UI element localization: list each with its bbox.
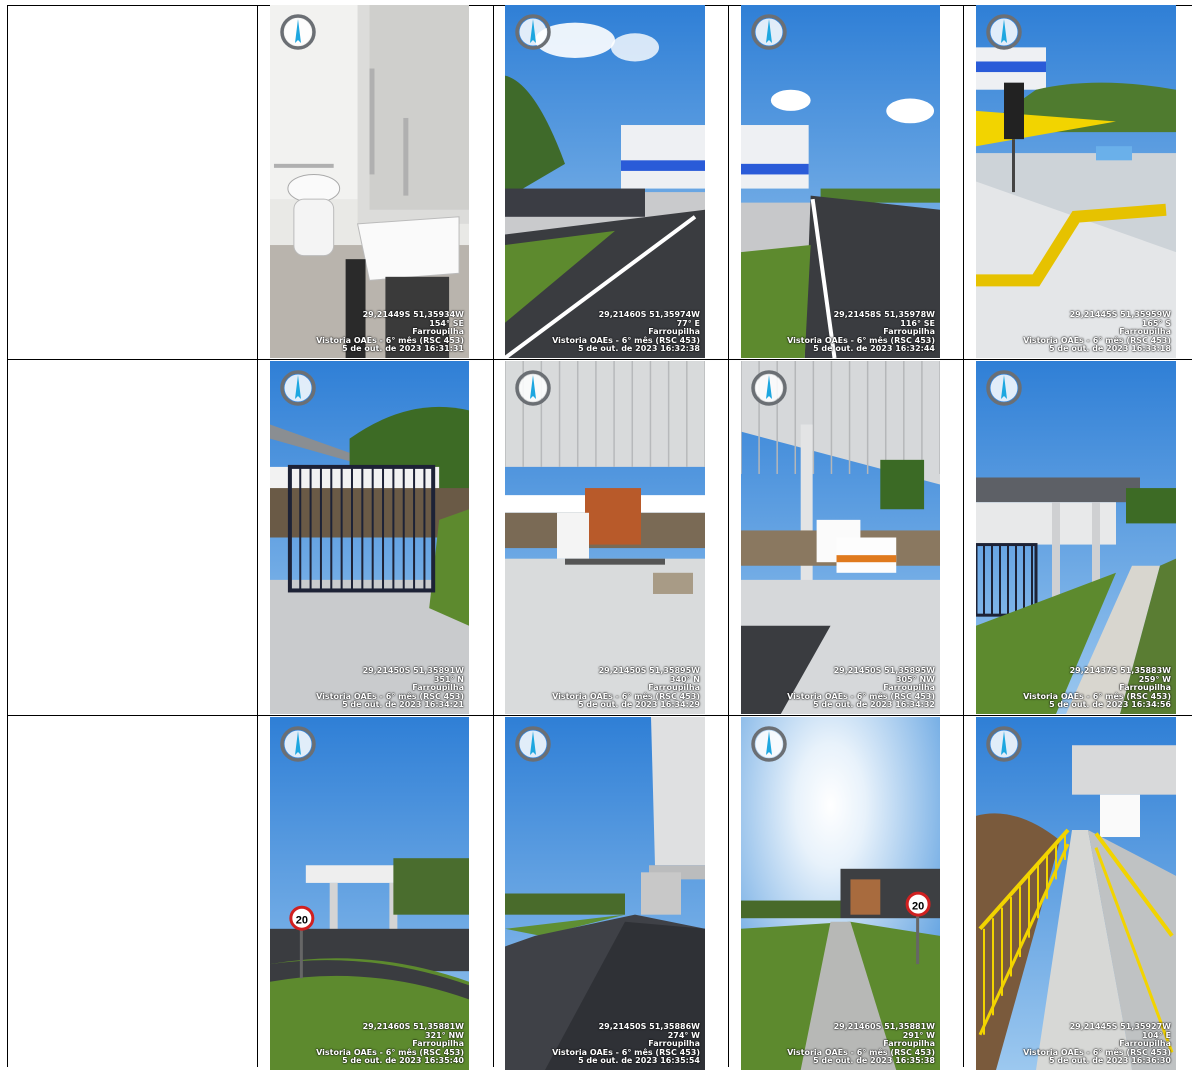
photo-scene: [270, 5, 469, 358]
compass-icon: [515, 14, 551, 50]
geotag-stamp: 29,21450S 51,35895W 340° N Farroupilha V…: [552, 666, 700, 710]
compass-icon: [515, 726, 551, 762]
inspection-photo: 29,21449S 51,35934W 154° SE Farroupilha …: [270, 5, 469, 358]
svg-text:20: 20: [912, 900, 924, 912]
inspection-photo: 29,21445S 51,35927W 104° E Farroupilha V…: [976, 717, 1176, 1070]
geotag-stamp: 29,21449S 51,35934W 154° SE Farroupilha …: [316, 310, 464, 354]
table-border: [7, 715, 1192, 716]
geotag-datetime: 5 de out. de 2023 16:34:56: [1049, 700, 1171, 710]
table-border: [493, 5, 494, 1067]
compass-icon: [280, 726, 316, 762]
geotag-stamp: 29,21460S 51,35881W 291° W Farroupilha V…: [787, 1022, 935, 1066]
inspection-photo: 20 29,21460S 51,35881W 291° W Farroupilh…: [741, 717, 940, 1070]
table-border: [257, 5, 258, 1067]
inspection-photo: 29,21460S 51,35974W 77° E Farroupilha Vi…: [505, 5, 705, 358]
photo-scene: [976, 5, 1176, 358]
compass-icon: [515, 370, 551, 406]
compass-icon: [751, 14, 787, 50]
inspection-photo: 29,21450S 51,35891W 351° N Farroupilha V…: [270, 361, 469, 714]
photo-scene: [505, 5, 705, 358]
compass-icon: [986, 14, 1022, 50]
table-border: [7, 359, 1192, 360]
compass-icon: [986, 370, 1022, 406]
compass-icon: [986, 726, 1022, 762]
geotag-stamp: 29,21450S 51,35891W 351° N Farroupilha V…: [316, 666, 464, 710]
geotag-datetime: 5 de out. de 2023 16:35:54: [578, 1056, 700, 1066]
geotag-datetime: 5 de out. de 2023 16:34:29: [578, 700, 700, 710]
geotag-stamp: 29,21437S 51,35883W 259° W Farroupilha V…: [1023, 666, 1171, 710]
photo-scene: [741, 5, 940, 358]
compass-icon: [280, 14, 316, 50]
geotag-datetime: 5 de out. de 2023 16:35:40: [342, 1056, 464, 1066]
svg-text:20: 20: [296, 915, 308, 927]
inspection-photo: 29,21450S 51,35895W 340° N Farroupilha V…: [505, 361, 705, 714]
geotag-datetime: 5 de out. de 2023 16:34:21: [342, 700, 464, 710]
compass-icon: [751, 726, 787, 762]
geotag-datetime: 5 de out. de 2023 16:32:44: [813, 344, 935, 354]
photo-scene: [976, 717, 1176, 1070]
inspection-photo-table: 29,21449S 51,35934W 154° SE Farroupilha …: [0, 0, 1192, 1070]
geotag-stamp: 29,21445S 51,35927W 104° E Farroupilha V…: [1023, 1022, 1171, 1066]
inspection-photo: 29,21445S 51,35959W 165° S Farroupilha V…: [976, 5, 1176, 358]
inspection-photo: 29,21450S 51,35895W 305° NW Farroupilha …: [741, 361, 940, 714]
inspection-photo: 20 29,21460S 51,35881W 321° NW Farroupil…: [270, 717, 469, 1070]
photo-scene: [741, 361, 940, 714]
geotag-datetime: 5 de out. de 2023 16:35:38: [813, 1056, 935, 1066]
inspection-photo: 29,21437S 51,35883W 259° W Farroupilha V…: [976, 361, 1176, 714]
geotag-stamp: 29,21450S 51,35895W 305° NW Farroupilha …: [787, 666, 935, 710]
geotag-stamp: 29,21450S 51,35886W 274° W Farroupilha V…: [552, 1022, 700, 1066]
geotag-stamp: 29,21445S 51,35959W 165° S Farroupilha V…: [1023, 310, 1171, 354]
table-border: [728, 5, 729, 1067]
compass-icon: [751, 370, 787, 406]
geotag-datetime: 5 de out. de 2023 16:32:38: [578, 344, 700, 354]
geotag-datetime: 5 de out. de 2023 16:34:32: [813, 700, 935, 710]
compass-icon: [280, 370, 316, 406]
geotag-datetime: 5 de out. de 2023 16:31:31: [342, 344, 464, 354]
geotag-stamp: 29,21458S 51,35978W 116° SE Farroupilha …: [787, 310, 935, 354]
table-border: [7, 5, 8, 1067]
photo-scene: 20: [741, 717, 940, 1070]
geotag-stamp: 29,21460S 51,35881W 321° NW Farroupilha …: [316, 1022, 464, 1066]
photo-scene: [976, 361, 1176, 714]
inspection-photo: 29,21458S 51,35978W 116° SE Farroupilha …: [741, 5, 940, 358]
photo-scene: [505, 361, 705, 714]
photo-scene: 20: [270, 717, 469, 1070]
inspection-photo: 29,21450S 51,35886W 274° W Farroupilha V…: [505, 717, 705, 1070]
geotag-datetime: 5 de out. de 2023 16:36:30: [1049, 1056, 1171, 1066]
table-border: [963, 5, 964, 1067]
geotag-stamp: 29,21460S 51,35974W 77° E Farroupilha Vi…: [552, 310, 700, 354]
photo-scene: [505, 717, 705, 1070]
photo-scene: [270, 361, 469, 714]
geotag-datetime: 5 de out. de 2023 16:33:18: [1049, 344, 1171, 354]
